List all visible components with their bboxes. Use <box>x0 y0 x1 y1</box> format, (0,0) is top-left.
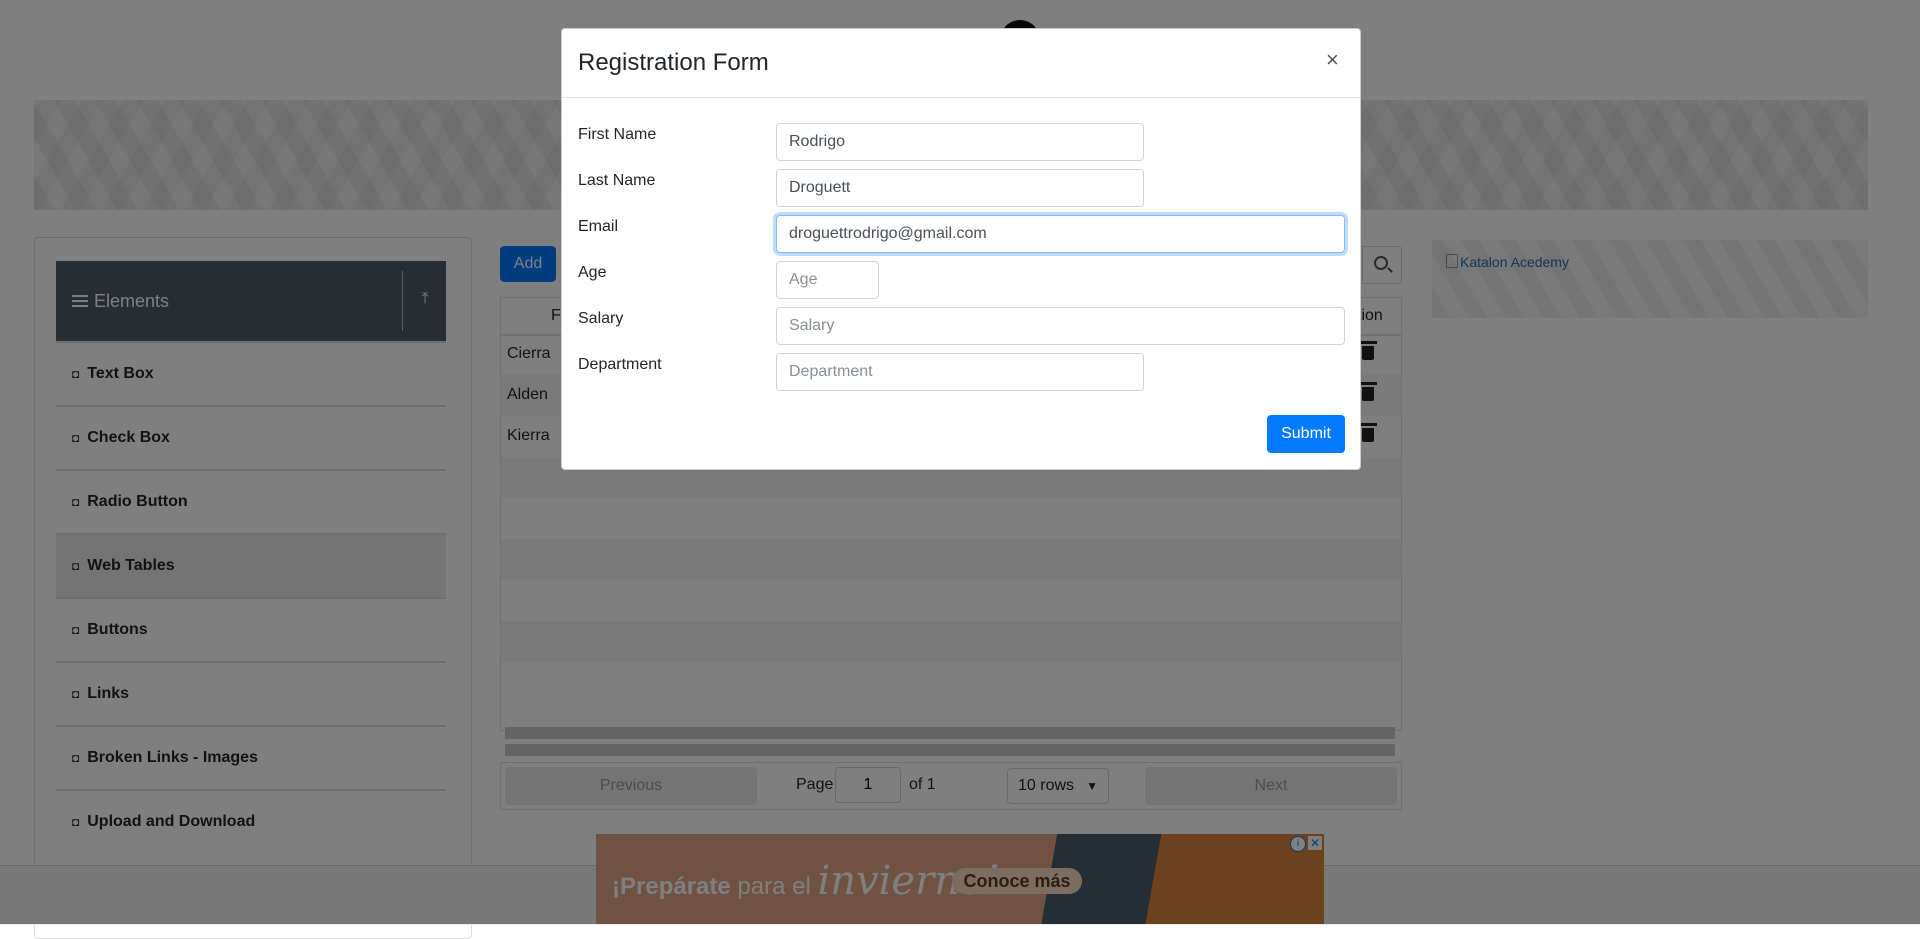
last-name-input[interactable] <box>776 169 1144 207</box>
first-name-label: First Name <box>578 126 657 143</box>
email-label: Email <box>578 218 619 235</box>
close-icon[interactable]: × <box>1326 47 1339 73</box>
email-input[interactable] <box>776 215 1345 253</box>
salary-input[interactable] <box>776 307 1345 345</box>
registration-form-modal: Registration Form × First Name Last Name… <box>561 28 1361 470</box>
last-name-label: Last Name <box>578 172 656 189</box>
age-label: Age <box>578 264 607 281</box>
modal-title: Registration Form <box>578 49 769 76</box>
department-label: Department <box>578 356 662 373</box>
salary-label: Salary <box>578 310 624 327</box>
age-input[interactable] <box>776 261 879 299</box>
first-name-input[interactable] <box>776 123 1144 161</box>
modal-header: Registration Form × <box>562 29 1360 98</box>
submit-button[interactable]: Submit <box>1267 415 1345 453</box>
department-input[interactable] <box>776 353 1144 391</box>
